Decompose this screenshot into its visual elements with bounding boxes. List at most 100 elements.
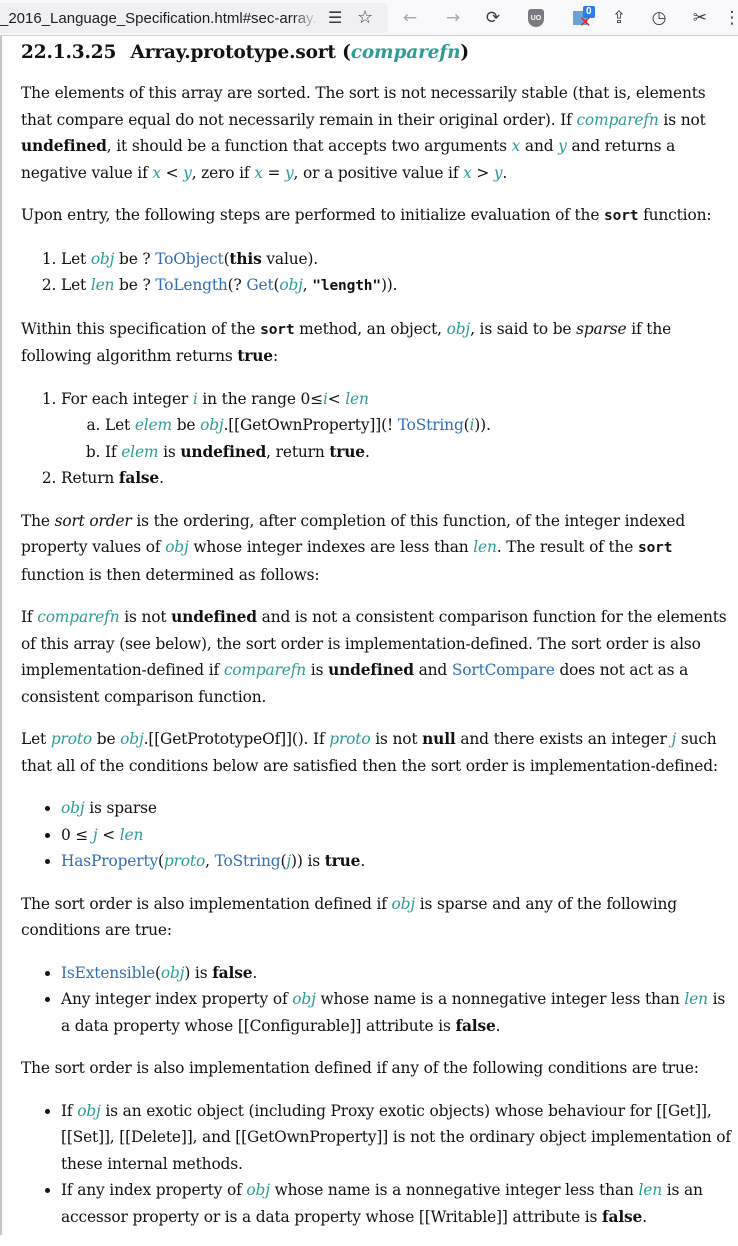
value-false: false bbox=[119, 469, 159, 487]
var-proto[interactable]: proto bbox=[164, 852, 205, 870]
text: whose integer indexes are less than bbox=[189, 538, 474, 556]
link-tostring[interactable]: ToString bbox=[398, 416, 464, 434]
text: function: bbox=[638, 206, 711, 224]
condition-exotic-object: If obj is an exotic object (including Pr… bbox=[61, 1098, 733, 1178]
section-title-close: ) bbox=[460, 42, 469, 63]
spec-content: 22.1.3.25 Array.prototype.sort (comparef… bbox=[21, 36, 733, 1246]
ublock-extension-button[interactable]: UO bbox=[524, 6, 548, 30]
text: is bbox=[190, 964, 212, 982]
text: Let bbox=[105, 416, 135, 434]
value-undefined: undefined bbox=[21, 137, 107, 155]
value-true: true bbox=[237, 347, 273, 365]
var-obj[interactable]: obj bbox=[77, 1102, 100, 1120]
arrow-right-icon: → bbox=[446, 8, 460, 28]
text: )) bbox=[291, 852, 303, 870]
var-x[interactable]: x bbox=[463, 164, 472, 182]
text: , return bbox=[266, 443, 329, 461]
var-obj[interactable]: obj bbox=[120, 730, 143, 748]
step-1: Let obj be ? ToObject(this value). bbox=[61, 246, 733, 273]
reload-button[interactable]: ⟳ bbox=[481, 6, 505, 30]
sparse-algorithm-steps: For each integer i in the range 0≤i< len… bbox=[21, 386, 733, 492]
text: . bbox=[159, 469, 164, 487]
url-bar[interactable]: _2016_Language_Specification.html#sec-ar… bbox=[0, 3, 388, 33]
forward-button[interactable]: → bbox=[441, 6, 465, 30]
link-isextensible[interactable]: IsExtensible bbox=[61, 964, 155, 982]
text: be bbox=[92, 730, 120, 748]
link-toobject[interactable]: ToObject bbox=[155, 250, 223, 268]
var-obj[interactable]: obj bbox=[292, 990, 315, 1008]
var-obj[interactable]: obj bbox=[61, 799, 84, 817]
var-comparefn[interactable]: comparefn bbox=[576, 111, 658, 129]
var-y[interactable]: y bbox=[183, 164, 192, 182]
text: For each integer bbox=[61, 390, 193, 408]
var-len[interactable]: len bbox=[638, 1181, 662, 1199]
text: Return bbox=[61, 469, 119, 487]
text: , bbox=[205, 852, 215, 870]
var-proto[interactable]: proto bbox=[51, 730, 92, 748]
var-y[interactable]: y bbox=[558, 137, 567, 155]
var-obj[interactable]: obj bbox=[161, 964, 184, 982]
var-obj[interactable]: obj bbox=[200, 416, 223, 434]
url-text[interactable]: _2016_Language_Specification.html#sec-ar… bbox=[0, 10, 318, 27]
var-len[interactable]: len bbox=[120, 826, 144, 844]
text: Upon entry, the following steps are perf… bbox=[21, 206, 604, 224]
var-x[interactable]: x bbox=[512, 137, 521, 155]
var-comparefn[interactable]: comparefn bbox=[224, 661, 306, 679]
var-elem[interactable]: elem bbox=[135, 416, 172, 434]
paragraph-description: The elements of this array are sorted. T… bbox=[21, 80, 733, 186]
var-obj[interactable]: obj bbox=[246, 1181, 269, 1199]
other-conditions-list: If obj is an exotic object (including Pr… bbox=[21, 1098, 733, 1231]
extension-button[interactable]: 0 ✕ bbox=[568, 6, 592, 30]
var-proto[interactable]: proto bbox=[329, 730, 370, 748]
text: . bbox=[502, 164, 507, 182]
link-sortcompare[interactable]: SortCompare bbox=[452, 661, 555, 679]
var-x[interactable]: x bbox=[152, 164, 161, 182]
text: . bbox=[642, 1208, 647, 1226]
arrow-left-icon: ← bbox=[403, 8, 417, 28]
link-tostring[interactable]: ToString bbox=[215, 852, 281, 870]
text: is bbox=[158, 443, 180, 461]
step-2: Return false. bbox=[61, 465, 733, 492]
var-x[interactable]: x bbox=[254, 164, 263, 182]
link-tolength[interactable]: ToLength bbox=[155, 276, 227, 294]
substeps: Let elem be obj.[[GetOwnProperty]](! ToS… bbox=[61, 412, 733, 465]
text: : bbox=[273, 347, 278, 365]
var-obj[interactable]: obj bbox=[447, 320, 470, 338]
var-obj[interactable]: obj bbox=[91, 250, 114, 268]
term-sparse: sparse bbox=[576, 320, 626, 338]
text: . bbox=[496, 1017, 501, 1035]
paragraph-upon-entry: Upon entry, the following steps are perf… bbox=[21, 202, 733, 230]
condition-configurable: Any integer index property of obj whose … bbox=[61, 986, 733, 1039]
blocked-x-icon: ✕ bbox=[579, 15, 592, 29]
var-obj[interactable]: obj bbox=[165, 538, 188, 556]
var-len[interactable]: len bbox=[345, 390, 369, 408]
back-button[interactable]: ← bbox=[398, 6, 422, 30]
history-button[interactable]: ◷ bbox=[647, 6, 671, 30]
save-to-pocket-button[interactable]: ⇪ bbox=[607, 6, 631, 30]
proto-conditions-list: obj is sparse 0 ≤ j < len HasProperty(pr… bbox=[21, 795, 733, 875]
text: )). bbox=[381, 276, 397, 294]
var-len[interactable]: len bbox=[91, 276, 115, 294]
star-icon[interactable]: ☆ bbox=[357, 7, 373, 28]
menu-button[interactable]: ⋮ bbox=[726, 6, 738, 30]
var-len[interactable]: len bbox=[473, 538, 497, 556]
var-obj[interactable]: obj bbox=[279, 276, 302, 294]
paragraph-proto: Let proto be obj.[[GetPrototypeOf]](). I… bbox=[21, 726, 733, 779]
step-1: For each integer i in the range 0≤i< len… bbox=[61, 386, 733, 466]
var-obj[interactable]: obj bbox=[392, 895, 415, 913]
text: If bbox=[21, 608, 37, 626]
text: If bbox=[61, 1102, 77, 1120]
text: 0 ≤ bbox=[61, 826, 93, 844]
reader-view-icon[interactable]: ☰ bbox=[328, 8, 342, 27]
var-y[interactable]: y bbox=[285, 164, 294, 182]
screenshot-button[interactable]: ✂ bbox=[688, 6, 712, 30]
var-comparefn[interactable]: comparefn bbox=[37, 608, 119, 626]
text: . bbox=[365, 443, 370, 461]
text: . The result of the bbox=[497, 538, 638, 556]
var-elem[interactable]: elem bbox=[121, 443, 158, 461]
link-get[interactable]: Get bbox=[246, 276, 273, 294]
var-len[interactable]: len bbox=[684, 990, 708, 1008]
link-hasproperty[interactable]: HasProperty bbox=[61, 852, 158, 870]
text: and bbox=[414, 661, 452, 679]
text: If any index property of bbox=[61, 1181, 246, 1199]
